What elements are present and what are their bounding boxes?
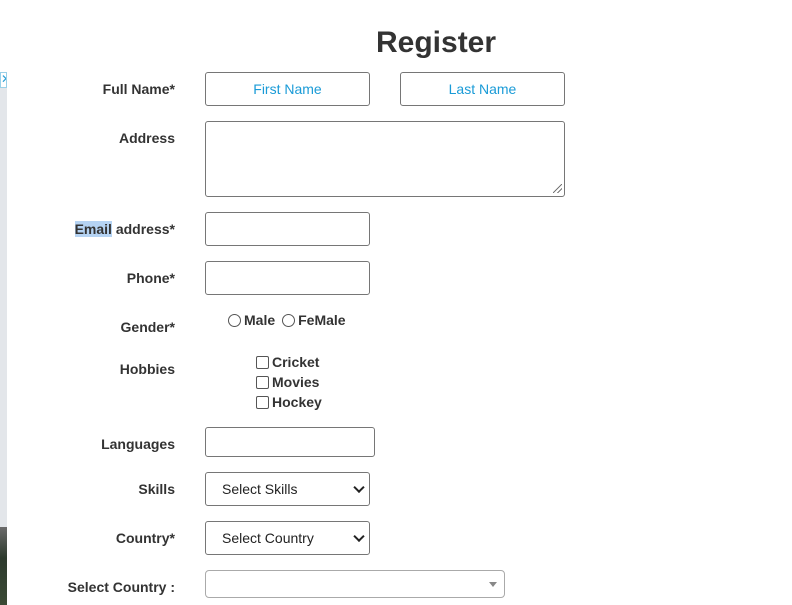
checkbox-cricket-label: Cricket xyxy=(272,354,320,370)
gender-label: Gender* xyxy=(120,319,175,335)
checkbox-hockey[interactable] xyxy=(256,395,269,409)
phone-input[interactable] xyxy=(205,261,370,295)
select-country-dropdown[interactable] xyxy=(205,570,505,598)
radio-male-label: Male xyxy=(244,312,276,328)
address-textarea[interactable] xyxy=(205,121,565,197)
country-select-value: Select Country xyxy=(222,530,314,546)
radio-female[interactable] xyxy=(282,313,296,327)
email-label-highlight: Email xyxy=(74,221,112,237)
ad-image xyxy=(0,527,7,605)
address-label: Address xyxy=(118,130,175,146)
skills-select[interactable]: Select Skills xyxy=(205,472,370,506)
last-name-input[interactable] xyxy=(400,72,565,106)
hobby-movies: Movies xyxy=(255,374,319,390)
first-name-input[interactable] xyxy=(205,72,370,106)
chevron-down-icon xyxy=(353,481,365,494)
email-label-rest: address* xyxy=(111,221,175,237)
country-label: Country* xyxy=(115,530,175,546)
hobbies-label: Hobbies xyxy=(119,361,175,377)
close-icon[interactable]: ✕ xyxy=(0,72,7,88)
dropdown-arrow-icon xyxy=(489,582,497,587)
phone-label: Phone* xyxy=(126,270,175,286)
checkbox-hockey-label: Hockey xyxy=(272,394,322,410)
chevron-down-icon xyxy=(353,530,365,543)
ad-sidebar xyxy=(0,72,7,605)
gender-options: Male FeMale xyxy=(227,312,346,328)
languages-input[interactable] xyxy=(205,427,375,457)
radio-female-label: FeMale xyxy=(298,312,346,328)
checkbox-movies[interactable] xyxy=(256,375,269,389)
email-input[interactable] xyxy=(205,212,370,246)
radio-male[interactable] xyxy=(228,313,241,327)
languages-label: Languages xyxy=(101,436,175,452)
checkbox-cricket[interactable] xyxy=(256,355,269,369)
page-title: Register xyxy=(376,26,497,59)
select-country-label: Select Country : xyxy=(67,579,175,595)
resize-handle-icon[interactable] xyxy=(553,184,562,193)
full-name-label: Full Name* xyxy=(102,81,175,97)
checkbox-movies-label: Movies xyxy=(272,374,320,390)
skills-select-value: Select Skills xyxy=(222,481,298,497)
skills-label: Skills xyxy=(138,481,175,497)
hobby-cricket: Cricket xyxy=(255,354,319,370)
hobby-hockey: Hockey xyxy=(255,394,322,410)
country-select[interactable]: Select Country xyxy=(205,521,370,555)
email-label: Email address* xyxy=(74,221,175,237)
